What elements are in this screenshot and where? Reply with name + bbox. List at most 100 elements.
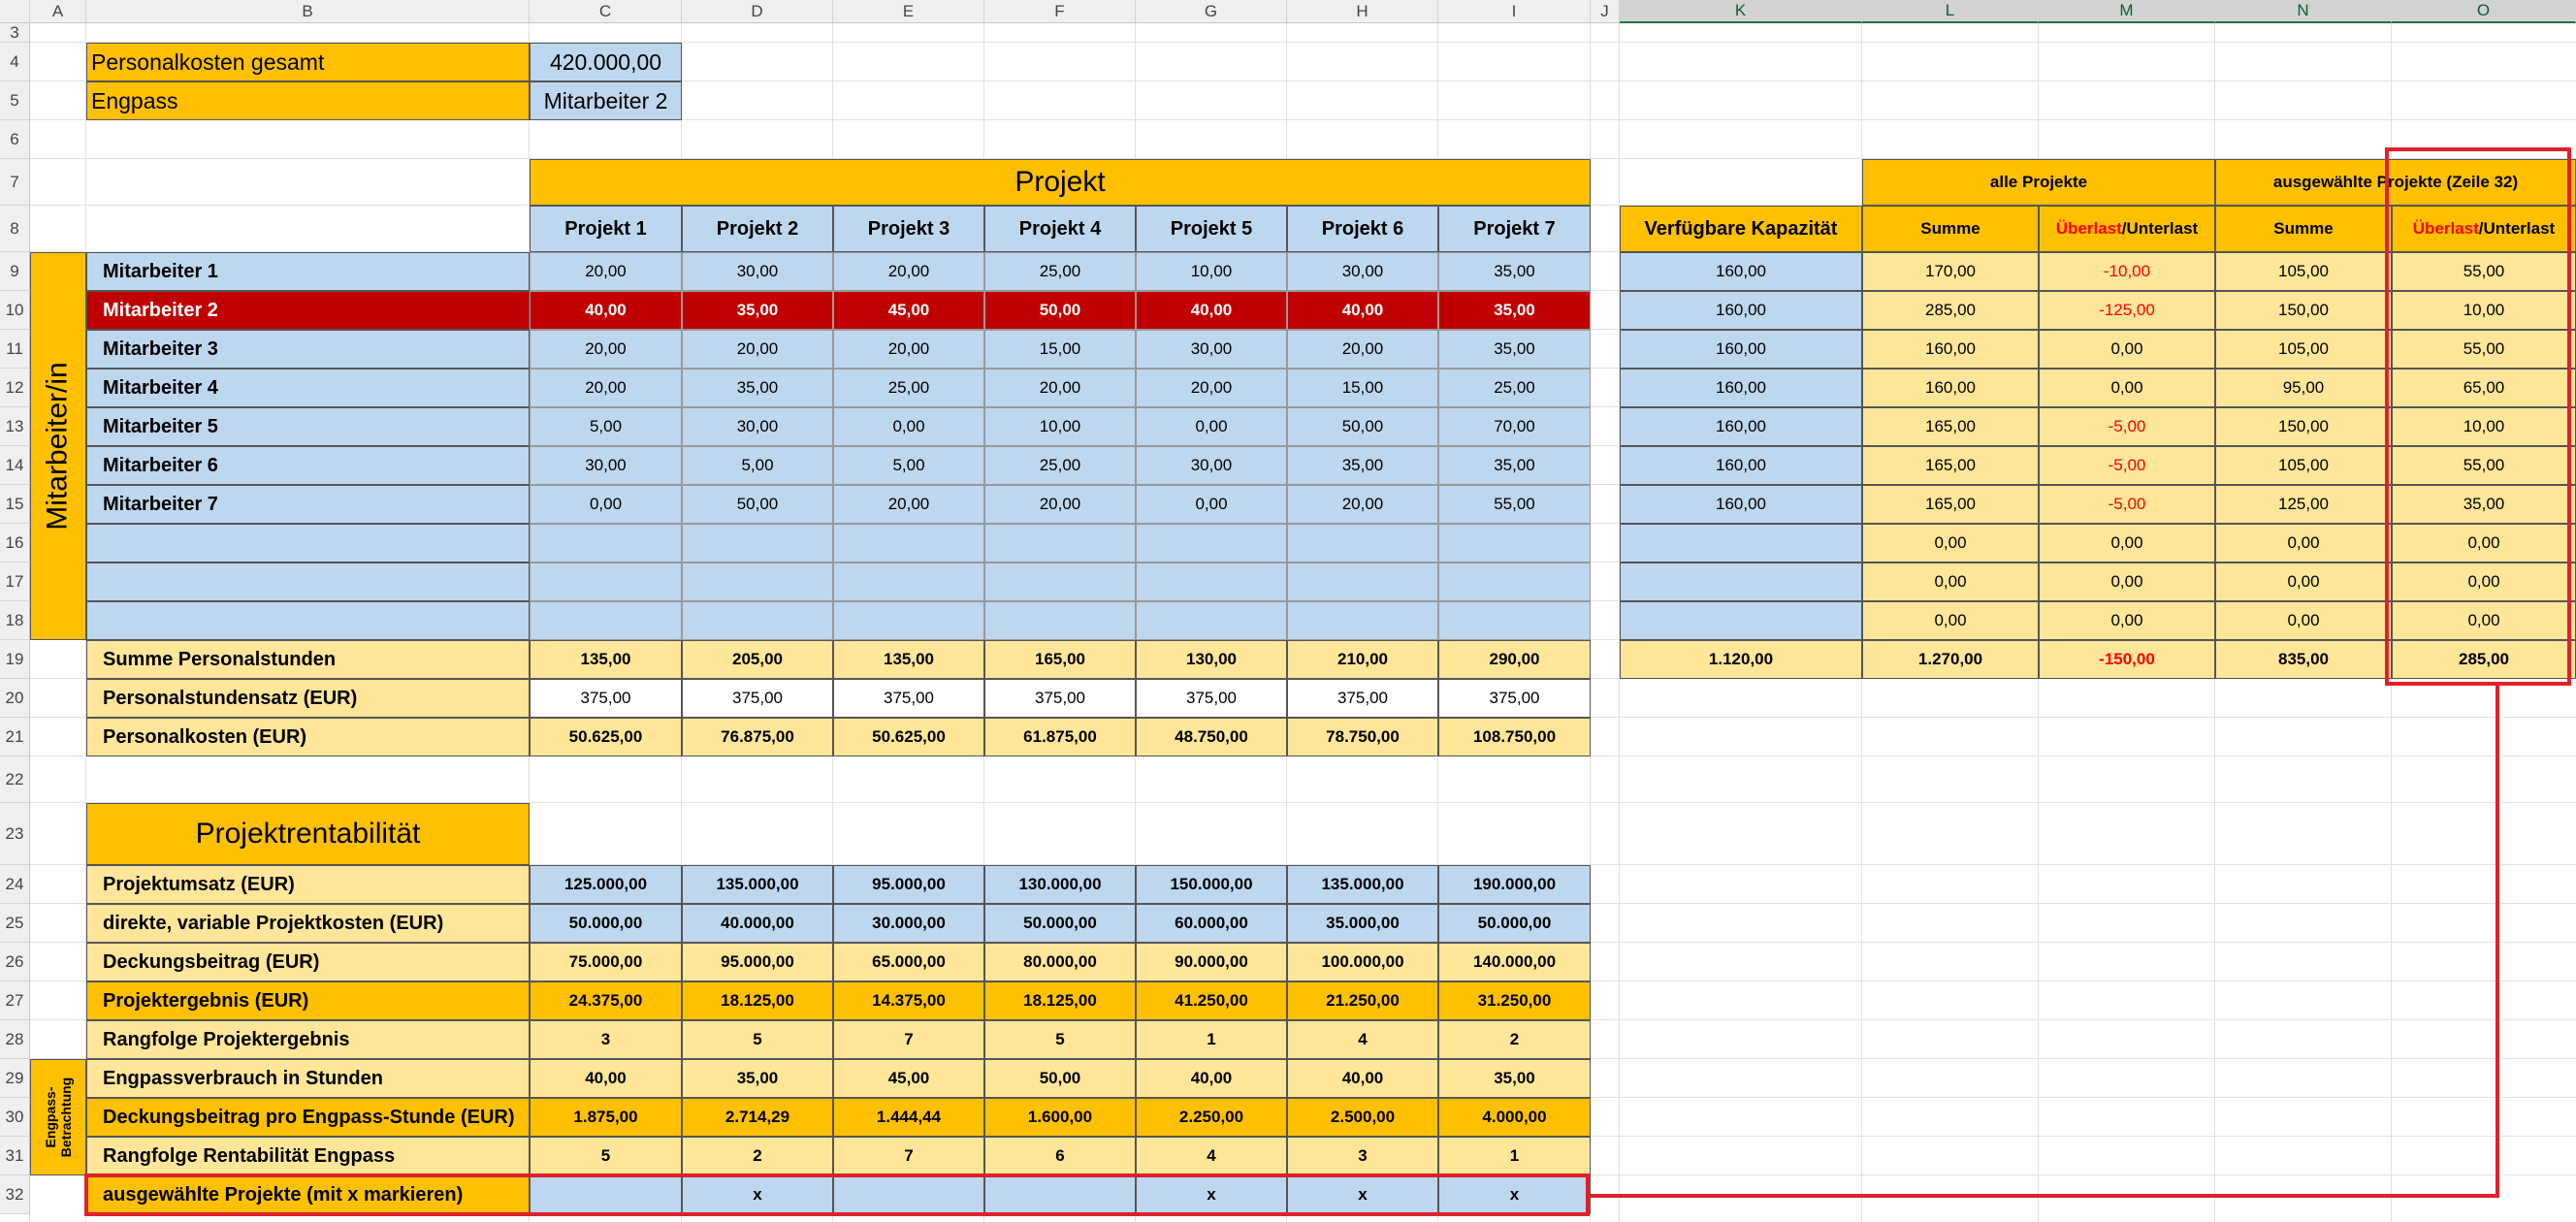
rentability-value-cell[interactable]: 40,00 — [1136, 1059, 1287, 1098]
rentability-value-cell[interactable]: 135.000,00 — [682, 865, 833, 904]
row-header-28[interactable]: 28 — [0, 1020, 30, 1059]
hours-cell[interactable]: 25,00 — [833, 369, 984, 407]
personalkosten-cell[interactable]: 50.625,00 — [833, 718, 984, 756]
employee-name[interactable]: Mitarbeiter 6 — [86, 446, 530, 485]
kapazitaet-cell[interactable]: 160,00 — [1620, 485, 1862, 524]
rentability-value-cell[interactable]: 95.000,00 — [833, 865, 984, 904]
row-header-29[interactable]: 29 — [0, 1059, 30, 1098]
employee-name[interactable]: Mitarbeiter 4 — [86, 369, 530, 407]
diff-selected-cell[interactable]: 65,00 — [2392, 369, 2576, 407]
diff-all-cell[interactable]: -10,00 — [2039, 252, 2215, 291]
hours-cell[interactable] — [1438, 601, 1591, 640]
hours-cell[interactable]: 35,00 — [1287, 446, 1438, 485]
rentability-value-cell[interactable]: 7 — [833, 1020, 984, 1059]
diff-selected-cell[interactable]: 10,00 — [2392, 291, 2576, 330]
rentability-value-cell[interactable]: 21.250,00 — [1287, 981, 1438, 1020]
hours-cell[interactable] — [682, 524, 833, 563]
rentability-row-label[interactable]: ausgewählte Projekte (mit x markieren) — [86, 1175, 530, 1214]
hours-cell[interactable]: 25,00 — [984, 252, 1136, 291]
employee-name[interactable]: Mitarbeiter 5 — [86, 407, 530, 446]
project-header-6[interactable]: Projekt 6 — [1287, 206, 1438, 252]
hours-cell[interactable]: 20,00 — [984, 369, 1136, 407]
rentability-value-cell[interactable]: 35,00 — [682, 1059, 833, 1098]
rentability-value-cell[interactable]: 100.000,00 — [1287, 943, 1438, 981]
diff-selected-total[interactable]: 285,00 — [2392, 640, 2576, 679]
hours-cell[interactable] — [1438, 563, 1591, 601]
diff-all-cell[interactable]: -5,00 — [2039, 446, 2215, 485]
rentability-value-cell[interactable]: 4.000,00 — [1438, 1098, 1591, 1137]
sum-selected-total[interactable]: 835,00 — [2215, 640, 2392, 679]
employee-name[interactable]: Mitarbeiter 1 — [86, 252, 530, 291]
hours-cell[interactable]: 0,00 — [530, 485, 682, 524]
row-header-4[interactable]: 4 — [0, 43, 30, 81]
column-header-o[interactable]: O — [2392, 0, 2576, 23]
rentability-value-cell[interactable]: 5 — [984, 1020, 1136, 1059]
row-header-14[interactable]: 14 — [0, 446, 30, 485]
hours-cell[interactable]: 25,00 — [1438, 369, 1591, 407]
rentability-value-cell[interactable]: 35.000,00 — [1287, 904, 1438, 943]
rentability-value-cell[interactable]: 150.000,00 — [1136, 865, 1287, 904]
engpass-value[interactable]: Mitarbeiter 2 — [530, 81, 682, 120]
rentability-row-label[interactable]: Deckungsbeitrag (EUR) — [86, 943, 530, 981]
stundensatz-cell[interactable]: 375,00 — [1438, 679, 1591, 718]
sum-all-cell[interactable]: 285,00 — [1862, 291, 2039, 330]
diff-all-cell[interactable]: 0,00 — [2039, 601, 2215, 640]
rentability-row-label[interactable]: Rangfolge Rentabilität Engpass — [86, 1137, 530, 1175]
hours-cell[interactable]: 5,00 — [833, 446, 984, 485]
rentability-value-cell[interactable]: 50.000,00 — [984, 904, 1136, 943]
hours-cell[interactable] — [833, 524, 984, 563]
diff-selected-cell[interactable]: 55,00 — [2392, 252, 2576, 291]
row-header-32[interactable]: 32 — [0, 1175, 30, 1214]
row-header-3[interactable]: 3 — [0, 23, 30, 43]
sum-selected-cell[interactable]: 0,00 — [2215, 601, 2392, 640]
row-header-21[interactable]: 21 — [0, 718, 30, 756]
hours-cell[interactable] — [530, 524, 682, 563]
row-header-22[interactable]: 22 — [0, 756, 30, 803]
employee-name[interactable]: Mitarbeiter 7 — [86, 485, 530, 524]
summe-cell[interactable]: 205,00 — [682, 640, 833, 679]
hours-cell[interactable]: 20,00 — [682, 330, 833, 369]
summe-cell[interactable]: 130,00 — [1136, 640, 1287, 679]
hours-cell[interactable]: 0,00 — [1136, 485, 1287, 524]
row-header-26[interactable]: 26 — [0, 943, 30, 981]
row-header-11[interactable]: 11 — [0, 330, 30, 369]
kapazitaet-cell[interactable]: 160,00 — [1620, 252, 1862, 291]
project-header-1[interactable]: Projekt 1 — [530, 206, 682, 252]
diff-selected-cell[interactable]: 10,00 — [2392, 407, 2576, 446]
engpass-vertical-label[interactable]: Engpass- Betrachtung — [30, 1059, 86, 1175]
rentability-value-cell[interactable]: 95.000,00 — [682, 943, 833, 981]
personalstundensatz-label[interactable]: Personalstundensatz (EUR) — [86, 679, 530, 718]
hours-cell[interactable] — [682, 563, 833, 601]
rentability-value-cell[interactable]: 24.375,00 — [530, 981, 682, 1020]
stundensatz-cell[interactable]: 375,00 — [1287, 679, 1438, 718]
sum-all-cell[interactable]: 0,00 — [1862, 524, 2039, 563]
kapazitaet-cell[interactable]: 160,00 — [1620, 330, 1862, 369]
project-header-3[interactable]: Projekt 3 — [833, 206, 984, 252]
personalkosten-cell[interactable]: 50.625,00 — [530, 718, 682, 756]
rentability-value-cell[interactable]: 50,00 — [984, 1059, 1136, 1098]
personalkosten-cell[interactable]: 61.875,00 — [984, 718, 1136, 756]
mitarbeiter-vertical-label[interactable]: Mitarbeiter/in — [30, 252, 86, 640]
diff-all-total[interactable]: -150,00 — [2039, 640, 2215, 679]
rentability-value-cell[interactable]: 35,00 — [1438, 1059, 1591, 1098]
row-header-6[interactable]: 6 — [0, 120, 30, 159]
project-selection-cell[interactable] — [833, 1175, 984, 1214]
ausgewaehlte-projekte-header[interactable]: ausgewählte Projekte (Zeile 32) — [2215, 159, 2576, 206]
diff-selected-cell[interactable]: 35,00 — [2392, 485, 2576, 524]
rentability-value-cell[interactable]: 190.000,00 — [1438, 865, 1591, 904]
hours-cell[interactable]: 35,00 — [1438, 446, 1591, 485]
projekt-header[interactable]: Projekt — [530, 159, 1591, 206]
hours-cell[interactable] — [1287, 563, 1438, 601]
rentability-value-cell[interactable]: 40,00 — [1287, 1059, 1438, 1098]
hours-cell[interactable]: 20,00 — [984, 485, 1136, 524]
sum-selected-cell[interactable]: 0,00 — [2215, 524, 2392, 563]
rentability-value-cell[interactable]: 90.000,00 — [1136, 943, 1287, 981]
column-header-j[interactable]: J — [1591, 0, 1620, 23]
sum-all-cell[interactable]: 165,00 — [1862, 407, 2039, 446]
employee-name[interactable] — [86, 524, 530, 563]
rentability-value-cell[interactable]: 1.600,00 — [984, 1098, 1136, 1137]
project-header-2[interactable]: Projekt 2 — [682, 206, 833, 252]
row-header-19[interactable]: 19 — [0, 640, 30, 679]
kapazitaet-cell[interactable] — [1620, 601, 1862, 640]
rentability-row-label[interactable]: Engpassverbrauch in Stunden — [86, 1059, 530, 1098]
